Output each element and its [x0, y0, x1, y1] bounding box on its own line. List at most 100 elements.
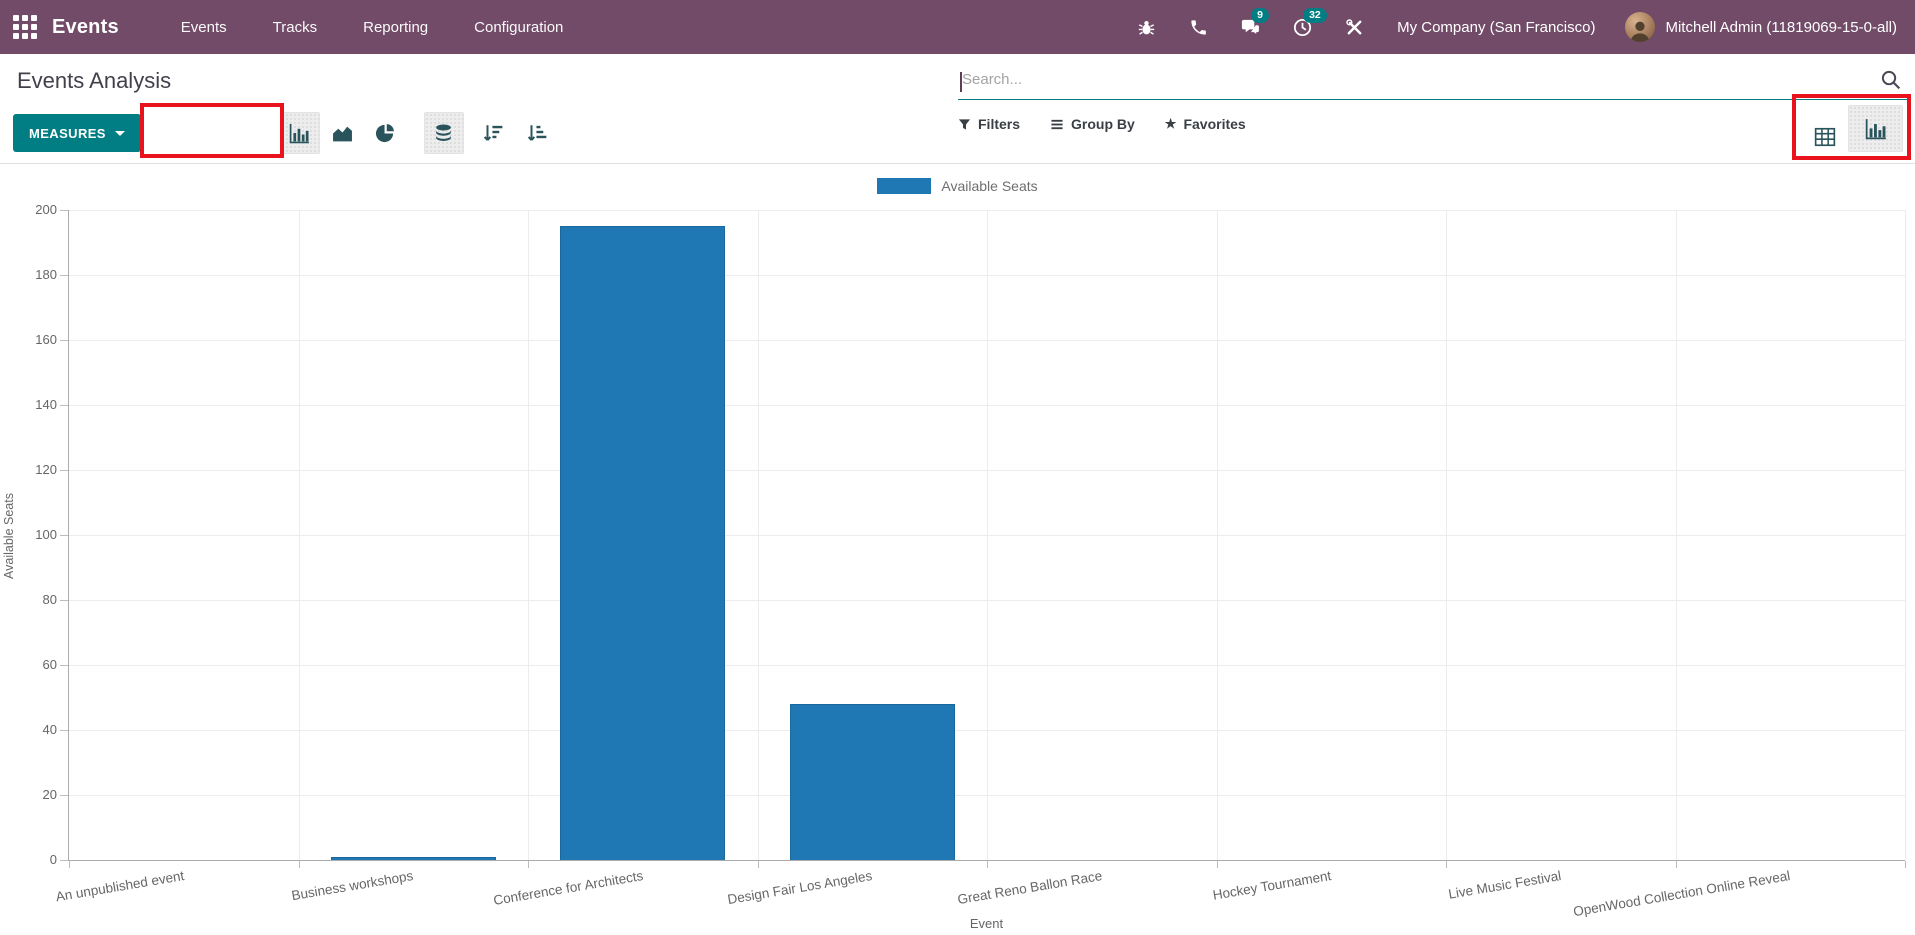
top-navbar: Events Events Tracks Reporting Configura… [0, 0, 1915, 54]
search-input[interactable] [958, 66, 1910, 100]
y-tick-mark [60, 340, 68, 341]
topbar-right: 9 32 My Company (San Francisco) [1135, 12, 1897, 42]
top-menu: Events Tracks Reporting Configuration [181, 19, 564, 36]
view-switcher [1792, 94, 1911, 160]
tools-icon[interactable] [1343, 16, 1365, 38]
y-tick-mark [60, 470, 68, 471]
page-title: Events Analysis [17, 68, 171, 94]
chart-toolbar: MEASURES [13, 112, 552, 154]
x-tick-mark [1446, 861, 1447, 868]
table-view-icon [1814, 127, 1836, 147]
pie-chart-button[interactable] [366, 112, 406, 154]
y-tick-label: 200 [17, 202, 57, 217]
legend-label: Available Seats [941, 178, 1037, 194]
x-axis-title: Event [68, 916, 1905, 931]
legend-color-swatch [877, 178, 931, 194]
y-axis-title: Available Seats [2, 493, 16, 579]
x-tick-mark [528, 861, 529, 868]
vertical-gridline [299, 210, 300, 860]
y-tick-label: 40 [17, 722, 57, 737]
sort-descending-button[interactable] [478, 112, 508, 154]
menu-configuration[interactable]: Configuration [474, 19, 563, 36]
bar-business-workshops[interactable] [331, 857, 496, 860]
vertical-gridline [1446, 210, 1447, 860]
y-tick-label: 160 [17, 332, 57, 347]
table-view-button[interactable] [1806, 120, 1844, 154]
y-tick-label: 0 [17, 852, 57, 867]
menu-tracks[interactable]: Tracks [273, 19, 317, 36]
x-tick-mark [987, 861, 988, 868]
bug-icon[interactable] [1135, 16, 1157, 38]
user-menu[interactable]: Mitchell Admin (11819069-15-0-all) [1625, 12, 1897, 42]
vertical-gridline [1905, 210, 1906, 860]
filters-menu[interactable]: Filters [958, 116, 1020, 132]
avatar[interactable] [1625, 12, 1655, 42]
group-by-menu[interactable]: Group By [1050, 116, 1135, 132]
chart-view-button[interactable] [1848, 105, 1903, 152]
group-by-icon [1050, 118, 1064, 131]
pie-chart-icon [375, 123, 396, 144]
vertical-gridline [1217, 210, 1218, 860]
chart-type-switcher [275, 112, 411, 154]
y-tick-label: 180 [17, 267, 57, 282]
sort-ascending-icon [526, 122, 548, 144]
measures-button[interactable]: MEASURES [13, 114, 141, 152]
y-tick-label: 80 [17, 592, 57, 607]
y-tick-mark [60, 730, 68, 731]
measures-label: MEASURES [29, 126, 106, 141]
filters-label: Filters [978, 116, 1020, 132]
x-tick-mark [1905, 861, 1906, 868]
bar-chart-button[interactable] [280, 112, 320, 154]
app-name[interactable]: Events [52, 16, 119, 39]
user-name: Mitchell Admin (11819069-15-0-all) [1665, 19, 1897, 36]
y-tick-mark [60, 210, 68, 211]
x-tick-mark [69, 861, 70, 868]
bar-design-fair-los-angeles[interactable] [790, 704, 955, 860]
phone-icon[interactable] [1187, 16, 1209, 38]
sort-ascending-button[interactable] [522, 112, 552, 154]
y-tick-mark [60, 795, 68, 796]
events-analysis-page: Events Events Tracks Reporting Configura… [0, 0, 1915, 935]
search-filter-menus: Filters Group By ★ Favorites [958, 116, 1246, 132]
chat-badge: 9 [1251, 8, 1269, 23]
bar-chart-plot-area: 020406080100120140160180200An unpublishe… [68, 210, 1905, 861]
group-by-label: Group By [1071, 116, 1135, 132]
star-icon: ★ [1165, 116, 1177, 132]
search-bar [958, 66, 1910, 100]
chevron-down-icon [115, 131, 125, 136]
y-tick-label: 100 [17, 527, 57, 542]
x-tick-mark [1217, 861, 1218, 868]
x-tick-mark [758, 861, 759, 868]
stacked-button[interactable] [424, 112, 464, 154]
chart-legend[interactable]: Available Seats [0, 178, 1915, 194]
vertical-gridline [758, 210, 759, 860]
area-chart-button[interactable] [323, 112, 363, 154]
x-tick-mark [299, 861, 300, 868]
apps-grid-icon[interactable] [12, 14, 38, 40]
menu-reporting[interactable]: Reporting [363, 19, 428, 36]
y-tick-mark [60, 535, 68, 536]
company-switcher[interactable]: My Company (San Francisco) [1397, 19, 1595, 36]
chat-icon[interactable]: 9 [1239, 16, 1261, 38]
bar-conference-for-architects[interactable] [560, 226, 725, 860]
bar-chart-icon [289, 123, 310, 144]
vertical-gridline [987, 210, 988, 860]
y-tick-label: 140 [17, 397, 57, 412]
y-tick-label: 60 [17, 657, 57, 672]
favorites-menu[interactable]: ★ Favorites [1165, 116, 1246, 132]
y-tick-mark [60, 860, 68, 861]
area-chart-icon [332, 123, 353, 144]
chart-view-icon [1865, 118, 1887, 140]
activity-badge: 32 [1303, 8, 1327, 23]
y-tick-mark [60, 665, 68, 666]
menu-events[interactable]: Events [181, 19, 227, 36]
favorites-label: Favorites [1183, 116, 1245, 132]
clock-icon[interactable]: 32 [1291, 16, 1313, 38]
y-tick-mark [60, 405, 68, 406]
y-tick-mark [60, 600, 68, 601]
y-tick-label: 120 [17, 462, 57, 477]
y-tick-label: 20 [17, 787, 57, 802]
vertical-gridline [1676, 210, 1677, 860]
search-icon[interactable] [1880, 69, 1902, 96]
vertical-gridline [528, 210, 529, 860]
